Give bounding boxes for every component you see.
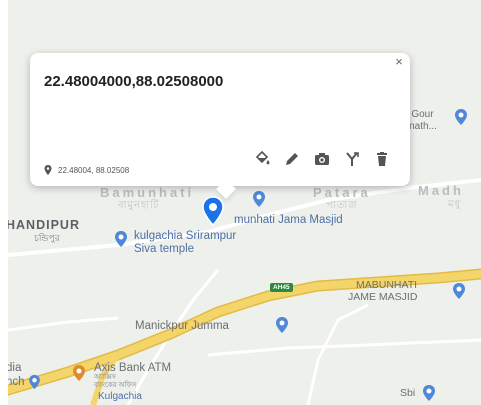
poi-label-kulgachia-temple-line1[interactable]: kulgachia Srirampur xyxy=(134,230,236,242)
poi-label-kulgachia[interactable]: Kulgachia xyxy=(98,391,142,403)
map-canvas[interactable]: Bamunhati বামুনহাটি Patara পাতারা Madh ম… xyxy=(8,0,481,405)
mosque-poi-icon[interactable] xyxy=(452,282,466,300)
poi-label-axis-bank[interactable]: Axis Bank ATM xyxy=(94,362,171,374)
location-pin-icon xyxy=(44,165,52,175)
poi-label-manickpur-jumma[interactable]: Manickpur Jumma xyxy=(135,320,229,332)
poi-label-jama-masjid[interactable]: munhati Jama Masjid xyxy=(234,214,343,226)
trash-icon[interactable] xyxy=(374,151,390,167)
poi-label-mabunhati[interactable]: MABUNHATI xyxy=(356,279,417,291)
mosque-poi-icon[interactable] xyxy=(275,316,289,334)
locality-label-madh: Madh xyxy=(418,183,464,198)
merge-icon[interactable] xyxy=(344,151,360,167)
locality-label-madh-bn: মধু xyxy=(448,199,462,210)
poi-label-axis-bank-bn1: অ্যাক্সিস xyxy=(94,374,116,381)
poi-label-sbi[interactable]: Sbi xyxy=(400,387,415,399)
popup-coordinates: 22.48004, 88.02508 xyxy=(44,165,129,175)
close-icon[interactable]: × xyxy=(392,55,406,69)
bank-poi-icon[interactable] xyxy=(72,364,86,382)
pencil-icon[interactable] xyxy=(284,151,300,167)
popup-coordinates-text: 22.48004, 88.02508 xyxy=(58,165,130,175)
highway-shield: AH45 xyxy=(270,283,293,292)
edge-label-dia: dia xyxy=(8,362,22,374)
temple-poi-icon[interactable] xyxy=(114,230,128,248)
poi-label-jame-masjid[interactable]: JAME MASJID xyxy=(348,291,417,303)
paint-bucket-icon[interactable] xyxy=(254,151,270,167)
locality-label-bamunhati-bn: বামুনহাটি xyxy=(118,200,160,211)
poi-label-axis-bank-bn2: ব্যাংকের অফিস xyxy=(94,382,137,389)
area-label-handipur-bn: চন্ডিপুর xyxy=(34,233,60,243)
locality-label-bamunhati: Bamunhati xyxy=(100,185,195,200)
mosque-poi-icon[interactable] xyxy=(252,190,266,208)
area-label-handipur: HANDIPUR xyxy=(8,218,80,232)
poi-label-kulgachia-temple-line2[interactable]: Siva temple xyxy=(134,243,194,255)
popup-toolbar xyxy=(254,151,390,167)
locality-label-patara: Patara xyxy=(313,185,371,200)
locality-label-patara-bn: পাতারা xyxy=(326,200,358,211)
edge-label-nch: nch xyxy=(8,376,25,388)
selected-location-marker-icon[interactable] xyxy=(202,196,224,226)
popup-title: 22.48004000,88.02508000 xyxy=(44,73,224,90)
poi-icon[interactable] xyxy=(28,374,41,390)
temple-poi-icon[interactable] xyxy=(454,108,468,126)
camera-icon[interactable] xyxy=(314,151,330,167)
location-popup: 22.48004000,88.02508000 × 22.48004, 88.0… xyxy=(30,53,410,199)
bank-poi-icon[interactable] xyxy=(422,384,436,402)
